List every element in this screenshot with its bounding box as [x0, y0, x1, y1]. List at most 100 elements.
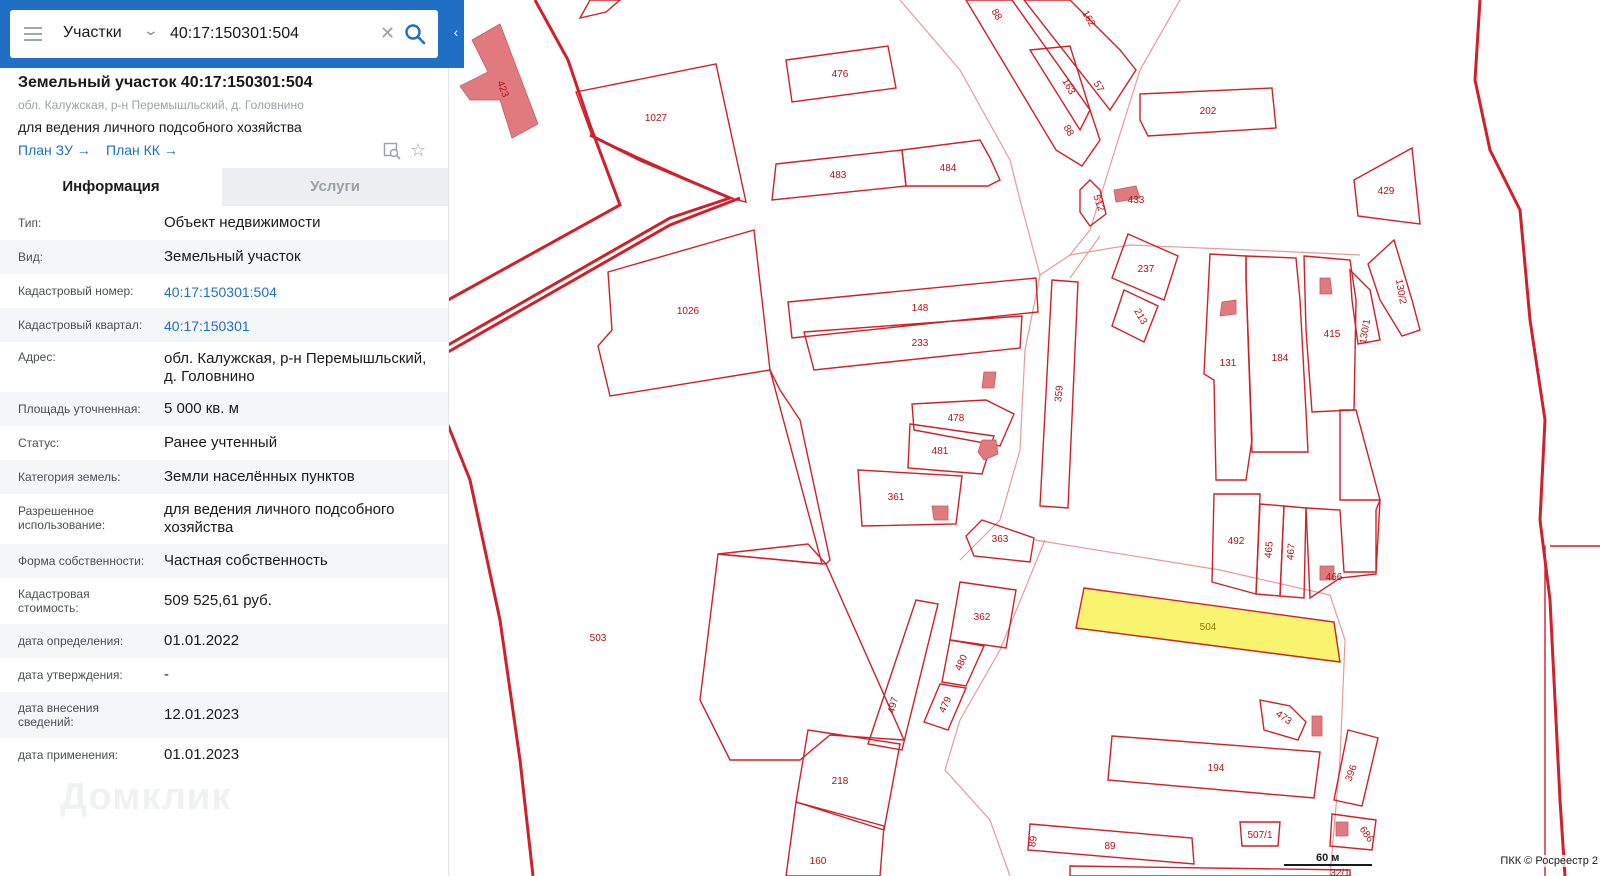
info-row-key: дата утверждения: — [18, 668, 123, 682]
info-row-key: Кадастровый квартал: — [18, 318, 143, 332]
info-sidebar: Участки ⌄ ✕ ‹ Земельный участок 40:17:15… — [0, 0, 464, 876]
tab-information[interactable]: Информация — [0, 168, 222, 206]
map-label: 202 — [1200, 106, 1217, 117]
info-row-key: Статус: — [18, 436, 60, 450]
road-outline — [1034, 539, 1346, 876]
info-row-key: дата применения: — [18, 748, 119, 762]
cadastral-number-link[interactable]: 40:17:150301:504 — [164, 283, 434, 301]
info-row-value: 509 525,61 руб. — [164, 592, 272, 609]
map-label: 361 — [888, 492, 905, 503]
info-row-value: обл. Калужская, р-н Перемышльский, д. Го… — [164, 350, 427, 385]
info-row-key: Кадастровая стоимость: — [18, 587, 90, 615]
map-label: 194 — [1208, 763, 1225, 774]
map-label: 483 — [830, 170, 847, 181]
search-icon[interactable] — [404, 23, 426, 45]
map-label: 89 — [1027, 835, 1040, 848]
info-row-key: Кадастровый номер: — [18, 284, 134, 298]
map-find-icon[interactable] — [383, 142, 401, 160]
info-row: Адрес: обл. Калужская, р-н Перемышльский… — [0, 342, 448, 392]
cadastral-quarter-link[interactable]: 40:17:150301 — [164, 317, 434, 335]
info-row: дата применения: 01.01.2023 — [0, 738, 448, 772]
plan-zu-link[interactable]: План ЗУ → — [18, 142, 91, 158]
plan-kk-label: План КК — [106, 142, 160, 158]
map-label: 480 — [953, 653, 970, 673]
star-icon[interactable]: ☆ — [410, 140, 426, 161]
tab-bar: Информация Услуги — [0, 168, 448, 206]
info-row: Кадастровая стоимость: 509 525,61 руб. — [0, 578, 448, 624]
menu-icon[interactable] — [24, 27, 42, 41]
map-label: 148 — [912, 303, 929, 314]
parcel-160[interactable] — [785, 801, 885, 876]
collapse-arrow-icon[interactable]: ‹ — [448, 24, 464, 44]
plan-kk-link[interactable]: План КК → — [106, 142, 178, 158]
building — [1319, 277, 1333, 295]
object-usage: для ведения личного подсобного хозяйства — [18, 119, 302, 135]
info-table: Тип: Объект недвижимости Вид: Земельный … — [0, 206, 448, 772]
map-label: 492 — [1228, 536, 1245, 547]
info-row-key: дата внесения сведений: — [18, 701, 99, 729]
boundary-line — [1473, 0, 1567, 876]
building — [977, 439, 999, 461]
parcel-162[interactable] — [1023, 0, 1137, 112]
info-row: Статус: Ранее учтенный — [0, 426, 448, 460]
map-label: 32/1 — [1330, 868, 1350, 876]
info-row-value: Земельный участок — [164, 248, 301, 265]
info-row-value: 01.01.2022 — [164, 632, 240, 649]
info-row-value: Ранее учтенный — [164, 434, 278, 451]
map-label: 429 — [1378, 186, 1395, 197]
plan-zu-label: План ЗУ — [18, 142, 73, 158]
info-row-value: - — [164, 666, 169, 683]
info-row: Тип: Объект недвижимости — [0, 206, 448, 240]
clear-icon[interactable]: ✕ — [380, 23, 395, 44]
parcel-466[interactable] — [1305, 409, 1382, 600]
map-label: 88 — [1061, 123, 1076, 139]
object-type-select[interactable]: Участки — [63, 24, 122, 42]
scale-bar — [1284, 864, 1372, 866]
parcel-labels: 423 476 1027 88 162 163 57 88 202 483 48… — [494, 7, 1408, 876]
map-label: 497 — [886, 695, 901, 714]
chevron-down-icon[interactable]: ⌄ — [143, 22, 159, 39]
map-label: 57 — [1091, 79, 1106, 95]
info-row-key: Площадь уточненная: — [18, 402, 141, 416]
info-row-value: Объект недвижимости — [164, 214, 321, 231]
map-label: 218 — [832, 776, 849, 787]
map-label: 88 — [989, 7, 1004, 23]
map-label: 213 — [1131, 307, 1149, 327]
info-row-value: Земли населённых пунктов — [164, 468, 355, 485]
parcel-1027[interactable] — [575, 63, 747, 203]
info-row-value: 12.01.2023 — [164, 706, 240, 723]
map-label: 473 — [1273, 709, 1293, 728]
info-row-value: 01.01.2023 — [164, 746, 240, 763]
map-label: 466 — [1326, 572, 1343, 583]
tab-services[interactable]: Услуги — [222, 168, 448, 206]
map-label: 233 — [912, 338, 929, 349]
map-label: 503 — [590, 633, 607, 644]
object-address: обл. Калужская, р-н Перемышльский, д. Го… — [18, 98, 304, 112]
info-row: дата утверждения: - — [0, 658, 448, 692]
parcel-88[interactable] — [965, 0, 1101, 167]
map-label: 467 — [1285, 543, 1297, 561]
scale-label: 60 м — [1316, 852, 1340, 864]
parcel[interactable] — [578, 0, 622, 20]
map-label: 476 — [832, 69, 849, 80]
info-row-value: для ведения личного подсобного хозяйства — [164, 501, 395, 536]
boundary-line — [446, 424, 535, 876]
info-row-key: Адрес: — [18, 350, 56, 364]
map-label: 160 — [810, 856, 827, 867]
info-row-value: 5 000 кв. м — [164, 400, 239, 417]
parcel-163[interactable] — [1028, 45, 1091, 132]
building — [931, 505, 949, 521]
boundary-line — [447, 0, 622, 302]
map-label: 1027 — [645, 113, 668, 124]
page-title: Земельный участок 40:17:150301:504 — [18, 74, 313, 91]
building — [981, 371, 997, 389]
parcel-503-edge — [717, 369, 831, 566]
map-label: 433 — [1128, 195, 1145, 206]
map-label: 184 — [1272, 353, 1289, 364]
info-row: Разрешенное использование: для ведения л… — [0, 494, 448, 544]
watermark-logo: Домклик — [60, 776, 232, 818]
parcel-497[interactable] — [867, 599, 939, 751]
search-input[interactable] — [168, 20, 372, 48]
map-label: 481 — [932, 446, 949, 457]
map-label: 478 — [948, 413, 965, 424]
